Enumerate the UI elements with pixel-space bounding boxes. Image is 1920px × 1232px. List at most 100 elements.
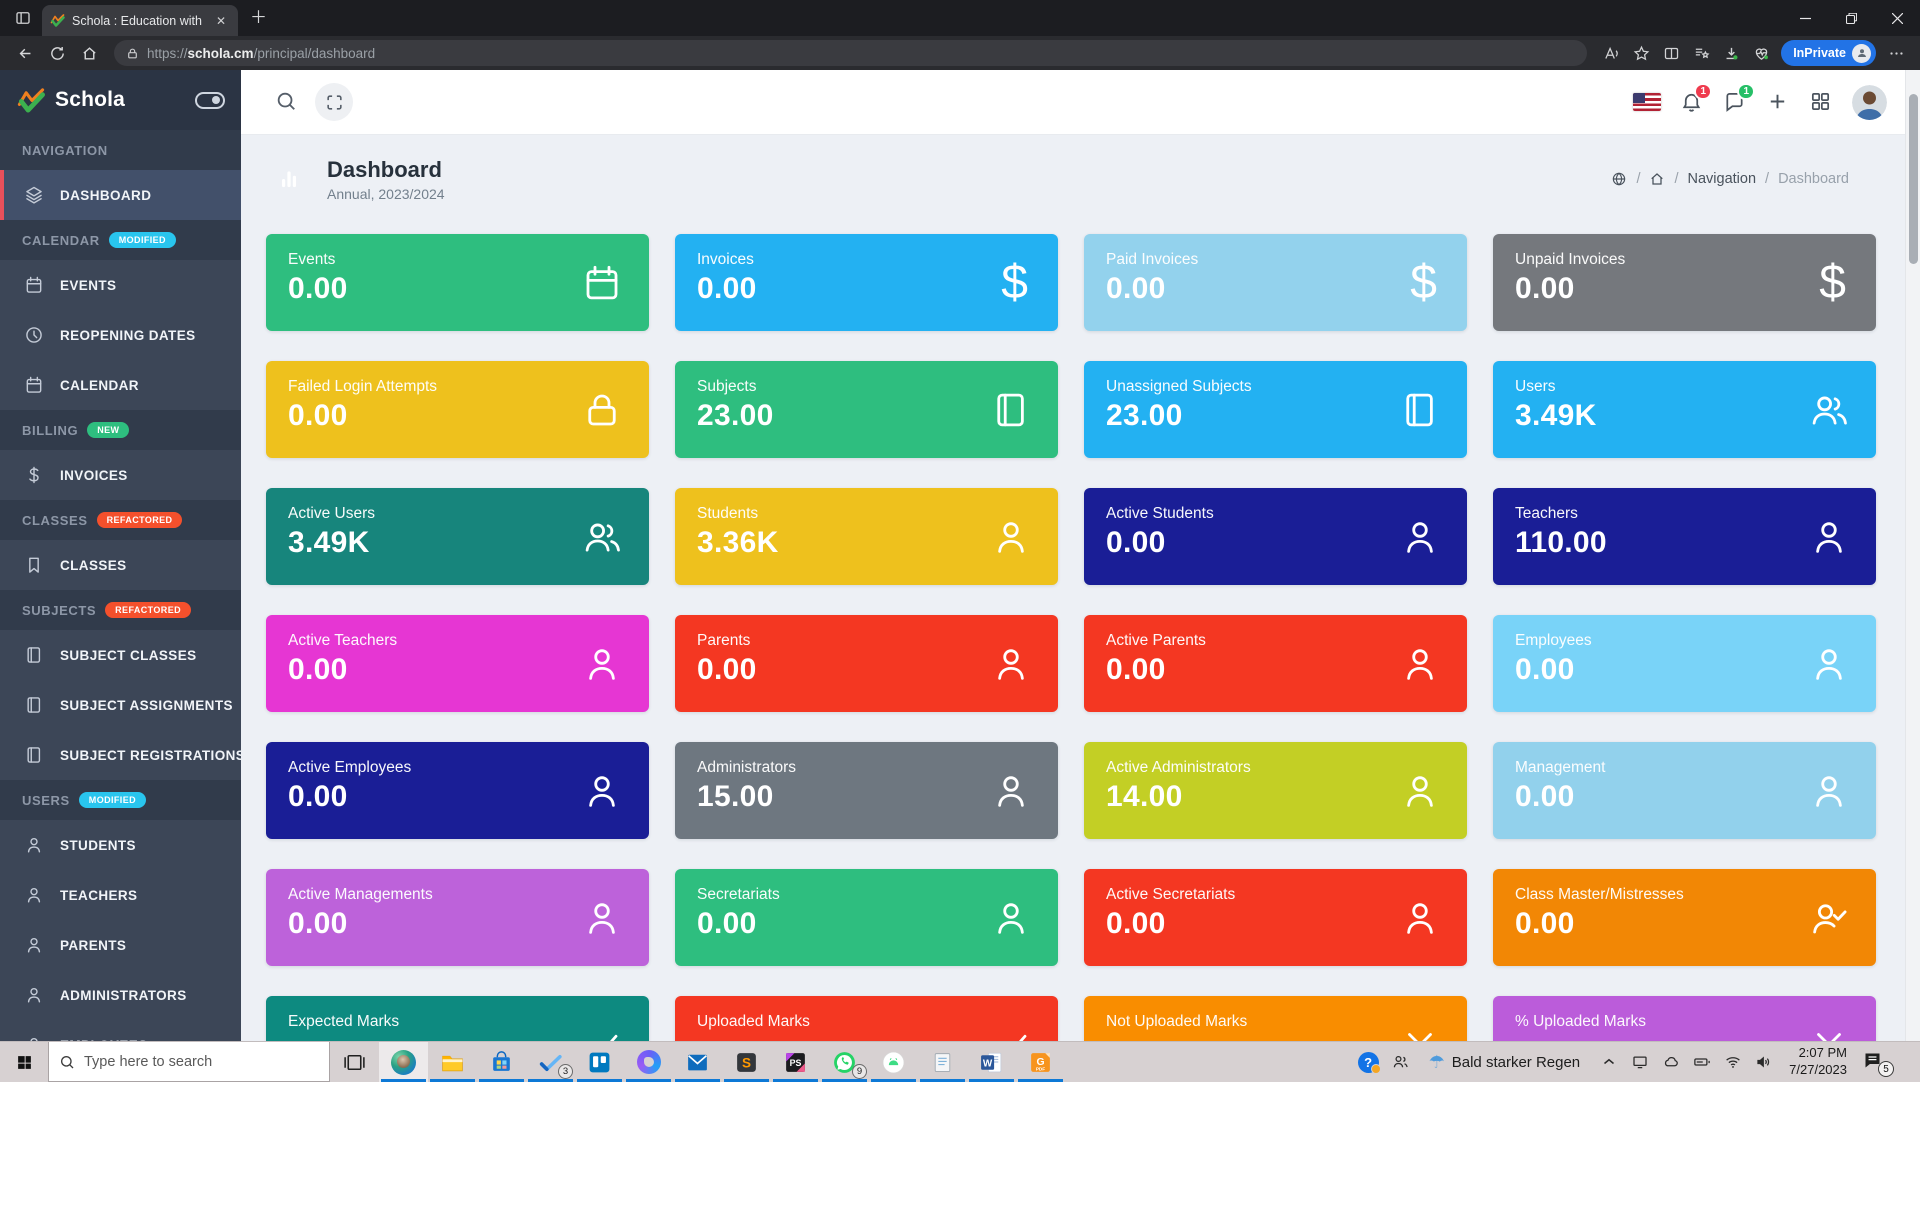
battery-icon[interactable] [1692,1052,1712,1072]
stat-card-users[interactable]: Users3.49K [1493,361,1876,458]
stat-card-paid-invoices[interactable]: Paid Invoices0.00$ [1084,234,1467,331]
page-scrollbar[interactable] [1905,70,1920,1041]
stat-card-parents[interactable]: Parents0.00 [675,615,1058,712]
sidebar-item-parents[interactable]: PARENTS [0,920,241,970]
downloads-icon[interactable] [1717,39,1745,67]
weather-widget[interactable]: ☂ Bald starker Regen [1429,1052,1581,1073]
stat-card-class-master-mistresses[interactable]: Class Master/Mistresses0.00 [1493,869,1876,966]
sidebar-item-subject-assignments[interactable]: SUBJECT ASSIGNMENTS [0,680,241,730]
taskbar-search-input[interactable] [84,1054,319,1070]
sidebar-item-events[interactable]: EVENTS [0,260,241,310]
onedrive-cloud-icon[interactable] [1661,1052,1681,1072]
stat-card-active-employees[interactable]: Active Employees0.00 [266,742,649,839]
taskbar-clock[interactable]: 2:07 PM 7/27/2023 [1789,1045,1847,1079]
stat-card-uploaded-marks[interactable]: Uploaded Marks [675,996,1058,1041]
stat-card-uploaded-marks[interactable]: % Uploaded Marks [1493,996,1876,1041]
stat-card-active-students[interactable]: Active Students0.00 [1084,488,1467,585]
sidebar-item-dashboard[interactable]: DASHBOARD [0,170,241,220]
taskbar-app-notepad-icon[interactable] [918,1042,967,1082]
taskbar-app-mail-icon[interactable] [673,1042,722,1082]
sidebar-item-employees[interactable]: EMPLOYEES [0,1020,241,1041]
stat-card-unpaid-invoices[interactable]: Unpaid Invoices0.00$ [1493,234,1876,331]
stat-card-events[interactable]: Events0.00 [266,234,649,331]
tab-actions-icon[interactable] [10,5,36,31]
stat-card-failed-login-attempts[interactable]: Failed Login Attempts0.00 [266,361,649,458]
sidebar-item-reopening-dates[interactable]: REOPENING DATES [0,310,241,360]
tray-chevron-icon[interactable] [1599,1052,1619,1072]
breadcrumb-home-icon[interactable] [1649,171,1665,187]
stat-card-unassigned-subjects[interactable]: Unassigned Subjects23.00 [1084,361,1467,458]
taskbar-app-store-icon[interactable] [477,1042,526,1082]
stat-card-not-uploaded-marks[interactable]: Not Uploaded Marks [1084,996,1467,1041]
back-icon[interactable] [10,39,40,67]
collections-icon[interactable] [1687,39,1715,67]
window-restore-button[interactable] [1828,0,1874,36]
taskbar-app-phpstorm-icon[interactable]: PS [771,1042,820,1082]
notifications-bell-icon[interactable]: 1 [1680,90,1704,114]
tab-close-icon[interactable]: ✕ [212,12,230,30]
action-center-icon[interactable]: 5 [1862,1050,1888,1074]
new-tab-button[interactable]: ＋ [250,3,267,28]
address-bar[interactable]: https://schola.cm/principal/dashboard [114,40,1587,66]
taskbar-app-word-icon[interactable]: W [967,1042,1016,1082]
stat-card-teachers[interactable]: Teachers110.00 [1493,488,1876,585]
sidebar-item-classes[interactable]: CLASSES [0,540,241,590]
taskbar-app-todo-icon[interactable]: 3 [526,1042,575,1082]
refresh-icon[interactable] [42,39,72,67]
stat-card-subjects[interactable]: Subjects23.00 [675,361,1058,458]
sidebar-item-calendar[interactable]: CALENDAR [0,360,241,410]
stat-card-administrators[interactable]: Administrators15.00 [675,742,1058,839]
stat-card-invoices[interactable]: Invoices0.00$ [675,234,1058,331]
favorite-star-icon[interactable] [1627,39,1655,67]
taskbar-app-edge-icon[interactable] [379,1042,428,1082]
home-icon[interactable] [74,39,104,67]
taskbar-app-gpdf-icon[interactable]: GPDF [1016,1042,1065,1082]
help-icon[interactable]: ? [1358,1052,1379,1073]
messages-chat-icon[interactable]: 1 [1723,90,1747,114]
window-minimize-button[interactable] [1782,0,1828,36]
split-screen-icon[interactable] [1657,39,1685,67]
fullscreen-icon[interactable] [315,83,353,121]
task-view-button[interactable] [330,1042,379,1082]
stat-card-active-users[interactable]: Active Users3.49K [266,488,649,585]
breadcrumb-navigation[interactable]: Navigation [1688,171,1757,187]
browser-essentials-icon[interactable] [1747,39,1775,67]
sidebar-item-invoices[interactable]: INVOICES [0,450,241,500]
stat-card-employees[interactable]: Employees0.00 [1493,615,1876,712]
taskbar-app-loop-icon[interactable] [624,1042,673,1082]
search-icon[interactable] [275,90,299,114]
stat-card-secretariats[interactable]: Secretariats0.00 [675,869,1058,966]
volume-icon[interactable] [1754,1052,1774,1072]
sidebar-item-administrators[interactable]: ADMINISTRATORS [0,970,241,1020]
read-aloud-icon[interactable] [1597,39,1625,67]
inprivate-badge[interactable]: InPrivate [1781,40,1876,66]
scrollbar-thumb[interactable] [1909,94,1918,264]
browser-tab[interactable]: Schola : Education with Ease | Da ✕ [42,5,238,36]
sidebar-item-teachers[interactable]: TEACHERS [0,870,241,920]
people-tray-icon[interactable] [1390,1052,1410,1072]
taskbar-app-whatsapp-icon[interactable]: 9 [820,1042,869,1082]
wifi-icon[interactable] [1723,1052,1743,1072]
stat-card-management[interactable]: Management0.00 [1493,742,1876,839]
stat-card-expected-marks[interactable]: Expected Marks [266,996,649,1041]
language-us-flag-icon[interactable] [1633,93,1661,111]
sidebar-item-subject-registrations[interactable]: SUBJECT REGISTRATIONS [0,730,241,780]
start-button[interactable] [0,1042,48,1082]
display-connect-icon[interactable] [1630,1052,1650,1072]
stat-card-active-secretariats[interactable]: Active Secretariats0.00 [1084,869,1467,966]
taskbar-search[interactable] [48,1042,330,1082]
stat-card-active-managements[interactable]: Active Managements0.00 [266,869,649,966]
taskbar-app-android-icon[interactable] [869,1042,918,1082]
stat-card-active-teachers[interactable]: Active Teachers0.00 [266,615,649,712]
sidebar-item-subject-classes[interactable]: SUBJECT CLASSES [0,630,241,680]
stat-card-students[interactable]: Students3.36K [675,488,1058,585]
add-plus-icon[interactable] [1766,90,1790,114]
sidebar-toggle[interactable] [195,92,225,109]
user-avatar[interactable] [1852,85,1887,120]
taskbar-app-sublime-icon[interactable]: S [722,1042,771,1082]
window-close-button[interactable] [1874,0,1920,36]
taskbar-app-explorer-icon[interactable] [428,1042,477,1082]
sidebar-item-students[interactable]: STUDENTS [0,820,241,870]
stat-card-active-parents[interactable]: Active Parents0.00 [1084,615,1467,712]
stat-card-active-administrators[interactable]: Active Administrators14.00 [1084,742,1467,839]
